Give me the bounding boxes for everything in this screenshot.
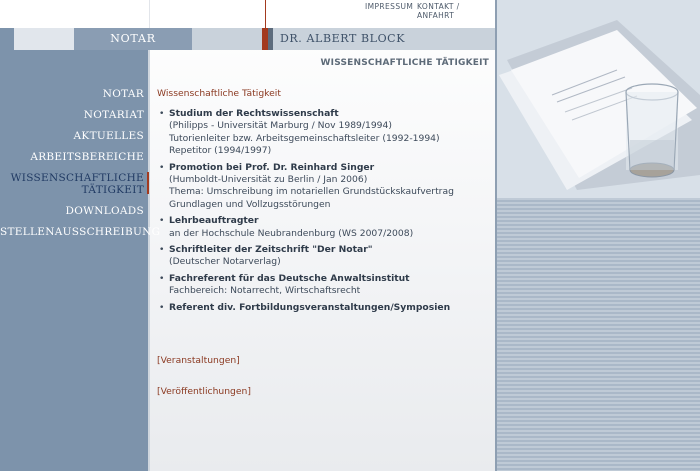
header-notar: NOTAR (110, 32, 156, 45)
section-title: WISSENSCHAFTLICHE TÄTIGKEIT (320, 58, 489, 68)
nav-item-arbeitsbereiche[interactable]: ARBEITSBEREICHE (0, 151, 144, 163)
item-line: (Humboldt-Universität zu Berlin / Jan 20… (169, 174, 368, 186)
content-heading: Wissenschaftliche Tätigkeit (157, 88, 281, 99)
nav-item-downloads[interactable]: DOWNLOADS (0, 205, 144, 217)
item-line: Thema: Umschreibung im notariellen Grund… (169, 186, 454, 198)
nav-item-notariat[interactable]: NOTARIAT (0, 109, 144, 121)
active-nav-marker (147, 172, 149, 194)
activity-list: Studium der Rechtswissenschaft (Philipps… (157, 108, 492, 315)
header-accent-line (265, 0, 266, 28)
list-item: Studium der Rechtswissenschaft (Philipps… (157, 108, 492, 158)
list-item: Fachreferent für das Deutsche Anwaltsins… (157, 273, 492, 298)
left-top-strip (0, 0, 149, 28)
nav-item-stellenausschreibung[interactable]: STELLENAUSSCHREIBUNG (0, 226, 160, 238)
item-title: Fachreferent für das Deutsche Anwaltsins… (169, 272, 410, 284)
nav-item-aktuelles[interactable]: AKTUELLES (0, 130, 144, 142)
veroeffentlichungen-link[interactable]: [Veröffentlichungen] (157, 386, 251, 397)
header-name: DR. ALBERT BLOCK (280, 32, 406, 45)
item-title: Promotion bei Prof. Dr. Reinhard Singer (169, 161, 375, 173)
item-title: Schriftleiter der Zeitschrift "Der Notar… (169, 244, 373, 256)
list-item: Schriftleiter der Zeitschrift "Der Notar… (157, 244, 492, 269)
item-line: an der Hochschule Neubrandenburg (WS 200… (169, 227, 414, 239)
item-title: Lehrbeauftragter (169, 215, 259, 227)
item-title: Referent div. Fortbildungsveranstaltunge… (169, 301, 451, 313)
item-line: Repetitor (1994/1997) (169, 145, 272, 157)
list-item: Promotion bei Prof. Dr. Reinhard Singer … (157, 162, 492, 212)
nav-item-label-line2: TÄTIGKEIT (81, 184, 144, 196)
header-light-block (14, 28, 74, 50)
item-line: (Philipps - Universität Marburg / Nov 19… (169, 120, 392, 132)
veranstaltungen-link[interactable]: [Veranstaltungen] (157, 355, 240, 366)
item-line: Grundlagen und Vollzugsstörungen (169, 198, 331, 210)
header-band: NOTAR DR. ALBERT BLOCK (14, 28, 495, 50)
nav-item-notar[interactable]: NOTAR (0, 88, 144, 100)
top-links: IMPRESSUM KONTAKT / ANFAHRT (150, 0, 495, 28)
main-nav: NOTAR NOTARIAT AKTUELLES ARBEITSBEREICHE… (0, 88, 160, 238)
item-line: (Deutscher Notarverlag) (169, 256, 281, 268)
item-line: Fachbereich: Notarrecht, Wirtschaftsrech… (169, 285, 361, 297)
main-content: Wissenschaftliche Tätigkeit Studium der … (157, 88, 492, 318)
kontakt-link[interactable]: KONTAKT / ANFAHRT (417, 2, 495, 20)
divider (148, 28, 150, 471)
nav-item-wissenschaftliche-taetigkeit[interactable]: WISSENSCHAFTLICHE TÄTIGKEIT (0, 172, 144, 196)
photo-illustration (497, 0, 700, 198)
documents-glass-photo (497, 0, 700, 198)
item-title: Studium der Rechtswissenschaft (169, 108, 339, 119)
impressum-link[interactable]: IMPRESSUM (365, 2, 413, 11)
nav-item-label-line1: WISSENSCHAFTLICHE (10, 172, 144, 184)
list-item: Referent div. Fortbildungsveranstaltunge… (157, 301, 492, 315)
list-item: Lehrbeauftragter an der Hochschule Neubr… (157, 215, 492, 240)
item-line: Tutorienleiter bzw. Arbeitsgemeinschafts… (169, 132, 440, 144)
header-accent-gray (268, 28, 273, 50)
